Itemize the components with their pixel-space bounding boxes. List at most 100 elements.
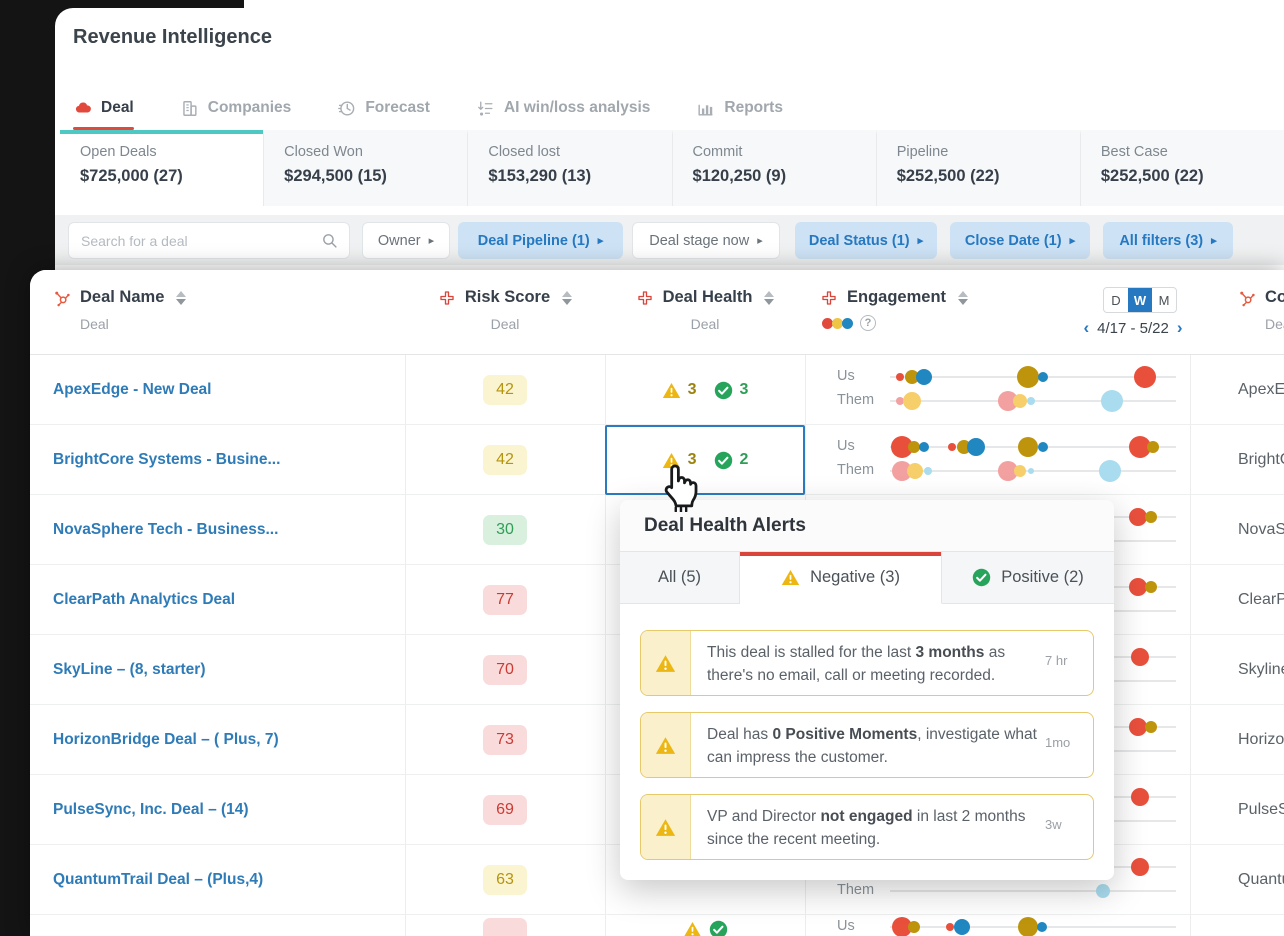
engagement-dot-lightblue	[1101, 390, 1123, 412]
deal-search	[68, 222, 350, 259]
filter-label: Deal stage now	[649, 232, 750, 249]
engagement-dot-blue	[1037, 922, 1047, 932]
popup-tabs: All (5) Negative (3) Positive (2)	[620, 552, 1114, 604]
engagement-dot-red	[1134, 366, 1156, 388]
period-toggle[interactable]: D W M	[1103, 287, 1177, 313]
filter-close-date[interactable]: Close Date (1) ▸	[950, 222, 1090, 259]
caret-right-icon: ▸	[757, 235, 763, 247]
search-input[interactable]	[81, 232, 321, 249]
chevron-right-icon[interactable]: ›	[1177, 318, 1183, 338]
negative-count: 3	[687, 381, 697, 398]
tab-forecast[interactable]: Forecast	[337, 99, 430, 118]
engagement-cell[interactable]: UsThem	[805, 915, 1190, 936]
sort-icon[interactable]	[176, 290, 187, 305]
header-deal-name[interactable]: Deal Name Deal	[53, 270, 187, 355]
engagement-dot-yellow	[1014, 465, 1026, 477]
engagement-dot-blue	[1038, 442, 1048, 452]
nav-tabs: Deal Companies Forecast AI win/loss anal…	[73, 86, 829, 130]
check-icon	[709, 920, 727, 936]
check-icon	[973, 568, 991, 587]
company-cell: ClearPath	[1238, 591, 1284, 608]
deal-name-link[interactable]: QuantumTrail Deal – (Plus,4)	[53, 845, 398, 915]
engagement-cell[interactable]: UsThem	[805, 425, 1190, 495]
search-icon[interactable]	[321, 232, 338, 249]
chevron-left-icon[interactable]: ‹	[1083, 318, 1089, 338]
period-day[interactable]: D	[1104, 288, 1128, 312]
header-risk-score[interactable]: Risk Score Deal	[405, 270, 605, 355]
engagement-dot-gold	[1147, 441, 1159, 453]
deal-health-cell[interactable]: 33	[605, 355, 805, 425]
card-label: Open Deals	[80, 144, 157, 160]
warning-icon	[662, 382, 680, 398]
header-sublabel: Deal	[490, 316, 520, 332]
period-week[interactable]: W	[1128, 288, 1152, 312]
app-panel: Revenue Intelligence Deal Companies Fore…	[55, 8, 1284, 270]
header-company[interactable]: Comp Deal	[1238, 270, 1284, 355]
company-cell: BrightCor	[1238, 451, 1284, 468]
engagement-dot-lightblue	[924, 467, 932, 475]
deal-name-link[interactable]: SkyLine – (8, starter)	[53, 635, 398, 705]
risk-score-pill: 69	[483, 795, 527, 825]
header-sublabel: Deal	[1265, 316, 1284, 332]
tab-companies[interactable]: Companies	[180, 99, 291, 118]
risk-score-pill: 73	[483, 725, 527, 755]
filter-owner[interactable]: Owner ▸	[362, 222, 450, 259]
header-label: Deal Health	[662, 288, 753, 306]
tab-deal[interactable]: Deal	[73, 99, 134, 130]
deal-name-link[interactable]: BrightCore Systems - Busine...	[53, 425, 398, 495]
popup-tab-label: Positive (2)	[1001, 568, 1084, 586]
tab-ai-winloss[interactable]: AI win/loss analysis	[476, 99, 650, 118]
tab-forecast-label: Forecast	[365, 99, 430, 116]
engagement-cell[interactable]: UsThem	[805, 355, 1190, 425]
sort-icon[interactable]	[958, 290, 969, 305]
card-best-case[interactable]: Best Case $252,500 (22)	[1079, 130, 1284, 206]
sprocket-icon	[1240, 291, 1255, 306]
deal-icon	[75, 101, 91, 112]
sort-icon[interactable]	[764, 290, 775, 305]
engagement-dot-red	[896, 373, 904, 381]
help-icon[interactable]: ?	[860, 315, 876, 331]
deal-name-link[interactable]: HorizonBridge Deal – ( Plus, 7)	[53, 705, 398, 775]
deal-name-link[interactable]: PulseSync, Inc. Deal – (14)	[53, 775, 398, 845]
engagement-dot-blue	[1038, 372, 1048, 382]
filter-label: Deal Status (1)	[808, 232, 910, 249]
popup-tab-label: Negative (3)	[810, 568, 900, 586]
period-month[interactable]: M	[1152, 288, 1176, 312]
warning-icon	[781, 569, 800, 586]
reports-icon	[698, 104, 713, 116]
card-label: Best Case	[1100, 144, 1168, 160]
filter-deal-pipeline[interactable]: Deal Pipeline (1) ▸	[458, 222, 623, 259]
popup-tab-positive[interactable]: Positive (2)	[942, 552, 1114, 603]
header-engagement[interactable]: Engagement ?	[820, 270, 969, 355]
sort-icon[interactable]	[562, 290, 573, 305]
tab-reports[interactable]: Reports	[696, 99, 783, 118]
alert-item[interactable]: This deal is stalled for the last 3 mont…	[640, 630, 1094, 696]
card-closed-won[interactable]: Closed Won $294,500 (15)	[263, 130, 468, 206]
header-deal-health[interactable]: Deal Health Deal	[605, 270, 805, 355]
card-value: $120,250 (9)	[692, 167, 787, 185]
card-open-deals[interactable]: Open Deals $725,000 (27)	[60, 130, 264, 206]
engagement-us-label: Us	[837, 918, 855, 934]
engagement-dot-lightblue	[1028, 468, 1034, 474]
caret-right-icon: ▸	[917, 235, 924, 247]
deal-name-link[interactable]: ClearPath Analytics Deal	[53, 565, 398, 635]
popup-tab-all[interactable]: All (5)	[620, 552, 740, 603]
card-pipeline[interactable]: Pipeline $252,500 (22)	[875, 130, 1080, 206]
risk-score-pill: 42	[483, 445, 527, 475]
filter-deal-status[interactable]: Deal Status (1) ▸	[795, 222, 937, 259]
filter-deal-stage[interactable]: Deal stage now ▸	[632, 222, 780, 259]
engagement-dot-red	[946, 923, 954, 931]
filter-all-filters[interactable]: All filters (3) ▸	[1103, 222, 1233, 259]
deal-name-link[interactable]: ApexEdge - New Deal	[53, 355, 398, 425]
alert-text: This deal is stalled for the last 3 mont…	[707, 644, 1006, 685]
card-commit[interactable]: Commit $120,250 (9)	[671, 130, 876, 206]
alert-item[interactable]: VP and Director not engaged in last 2 mo…	[640, 794, 1094, 860]
popup-tab-label: All (5)	[657, 568, 702, 586]
risk-score-pill: 70	[483, 655, 527, 685]
popup-tab-negative[interactable]: Negative (3)	[740, 552, 942, 604]
deal-health-cell[interactable]	[605, 915, 805, 936]
deal-name-link[interactable]: NovaSphere Tech - Business...	[53, 495, 398, 565]
summary-cards: Open Deals $725,000 (27) Closed Won $294…	[60, 130, 1284, 206]
card-closed-lost[interactable]: Closed lost $153,290 (13)	[467, 130, 672, 206]
alert-item[interactable]: Deal has 0 Positive Moments, investigate…	[640, 712, 1094, 778]
